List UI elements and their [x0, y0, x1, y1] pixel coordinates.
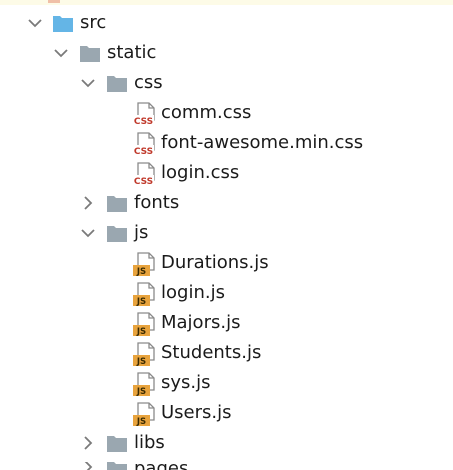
- chevron-right-icon[interactable]: [79, 194, 97, 212]
- chevron-down-icon[interactable]: [52, 44, 70, 62]
- tree-file-js[interactable]: JS Majors.js: [0, 308, 453, 338]
- js-file-icon: JS: [132, 251, 158, 277]
- tree-file-css[interactable]: CSS comm.css: [0, 98, 453, 128]
- folder-icon: [106, 433, 128, 453]
- js-badge: JS: [136, 327, 146, 337]
- tree-file-label: Majors.js: [161, 312, 241, 333]
- js-badge: JS: [136, 387, 146, 397]
- chevron-right-icon[interactable]: [79, 434, 97, 452]
- js-badge: JS: [136, 357, 146, 367]
- css-badge: CSS: [134, 177, 153, 187]
- tree-node-src[interactable]: src: [0, 8, 453, 38]
- folder-icon: [106, 193, 128, 213]
- tree-node-js[interactable]: js: [0, 218, 453, 248]
- css-file-icon: CSS: [132, 101, 158, 127]
- tree-file-js[interactable]: JS login.js: [0, 278, 453, 308]
- chevron-down-icon[interactable]: [79, 74, 97, 92]
- tree-file-label: login.js: [161, 282, 225, 303]
- folder-icon: [106, 73, 128, 93]
- tree-file-label: login.css: [161, 162, 240, 183]
- folder-icon: [79, 43, 101, 63]
- tree-file-css[interactable]: CSS login.css: [0, 158, 453, 188]
- tree-file-css[interactable]: CSS font-awesome.min.css: [0, 128, 453, 158]
- tree-node-label: fonts: [134, 192, 180, 213]
- folder-blue-icon: [52, 13, 74, 33]
- js-badge: JS: [136, 267, 146, 277]
- tree-file-js[interactable]: JS Durations.js: [0, 248, 453, 278]
- css-badge: CSS: [134, 147, 153, 157]
- tree-node-css[interactable]: css: [0, 68, 453, 98]
- tree-node-static[interactable]: static: [0, 38, 453, 68]
- tree-file-js[interactable]: JS Users.js: [0, 398, 453, 428]
- css-badge: CSS: [134, 117, 153, 127]
- tree-file-label: comm.css: [161, 102, 252, 123]
- css-file-icon: CSS: [132, 131, 158, 157]
- tree-node-label: libs: [134, 432, 165, 453]
- js-file-icon: JS: [132, 401, 158, 427]
- js-badge: JS: [136, 417, 146, 427]
- tree-file-js[interactable]: JS Students.js: [0, 338, 453, 368]
- folder-icon: [106, 223, 128, 243]
- tree-file-js[interactable]: JS sys.js: [0, 368, 453, 398]
- tree-node-label: static: [107, 42, 157, 63]
- tree-node-label: css: [134, 72, 163, 93]
- js-badge: JS: [136, 297, 146, 307]
- tree-file-label: font-awesome.min.css: [161, 132, 364, 153]
- js-file-icon: JS: [132, 311, 158, 337]
- js-file-icon: JS: [132, 371, 158, 397]
- js-file-icon: JS: [132, 281, 158, 307]
- tree-node-fonts[interactable]: fonts: [0, 188, 453, 218]
- tree-node-pages[interactable]: pages: [0, 462, 453, 470]
- tree-node-label: js: [134, 222, 149, 243]
- tree-file-label: Durations.js: [161, 252, 269, 273]
- tree-file-label: Users.js: [161, 402, 232, 423]
- css-file-icon: CSS: [132, 161, 158, 187]
- folder-icon: [106, 462, 128, 470]
- project-tree: src static css CSS comm.css CSS font-awe…: [0, 0, 453, 470]
- tree-node-label: pages: [134, 462, 188, 470]
- tree-file-label: sys.js: [161, 372, 211, 393]
- tree-node-label: src: [80, 12, 107, 33]
- chevron-right-icon[interactable]: [79, 462, 97, 470]
- chevron-down-icon[interactable]: [79, 224, 97, 242]
- tree-node-libs[interactable]: libs: [0, 428, 453, 458]
- tree-file-label: Students.js: [161, 342, 262, 363]
- js-file-icon: JS: [132, 341, 158, 367]
- tree-node-pages-clipped: pages: [0, 462, 453, 470]
- chevron-down-icon[interactable]: [26, 14, 44, 32]
